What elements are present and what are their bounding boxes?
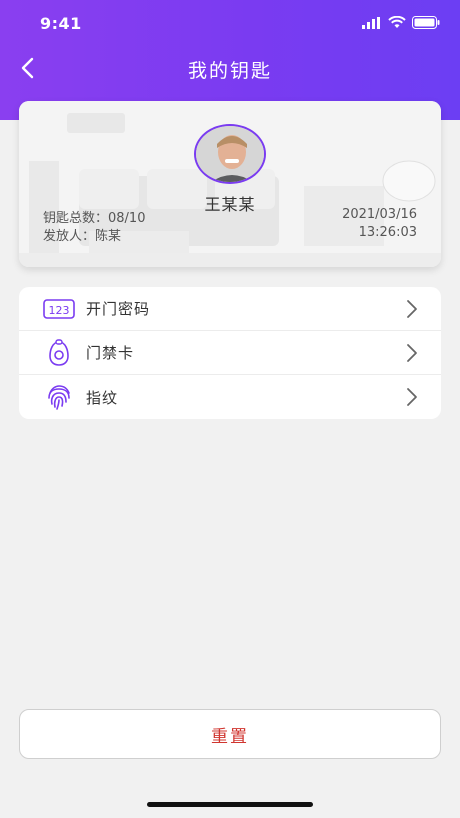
menu-item-access-card[interactable]: 门禁卡 (19, 331, 441, 375)
key-card: 王某某 钥匙总数：08/10 发放人：陈某 2021/03/16 13:26:0… (19, 101, 441, 267)
wifi-icon (388, 16, 406, 28)
menu-item-label: 门禁卡 (86, 344, 135, 362)
access-card-icon (43, 338, 75, 368)
menu-item-label: 开门密码 (86, 300, 151, 318)
home-indicator (147, 802, 313, 807)
svg-text:123: 123 (49, 304, 70, 317)
chevron-right-icon (407, 300, 417, 318)
fingerprint-icon (43, 382, 75, 412)
passcode-123-icon: 123 (43, 294, 75, 324)
chevron-right-icon (407, 344, 417, 362)
status-time: 9:41 (40, 14, 82, 33)
menu-item-passcode[interactable]: 123 开门密码 (19, 287, 441, 331)
signal-icon (362, 16, 380, 29)
status-bar: 9:41 (0, 0, 460, 46)
avatar (194, 124, 266, 184)
issue-date: 2021/03/16 (342, 207, 417, 222)
menu-item-label: 指纹 (86, 388, 119, 407)
key-count-text: 钥匙总数：08/10 (43, 211, 146, 226)
status-icons (362, 16, 440, 29)
chevron-right-icon (407, 388, 417, 406)
issuer-text: 发放人：陈某 (43, 229, 122, 244)
key-type-menu: 123 开门密码 门禁卡 指纹 (19, 287, 441, 419)
nav-bar: 我的钥匙 (0, 46, 460, 90)
menu-item-fingerprint[interactable]: 指纹 (19, 375, 441, 419)
issue-time: 13:26:03 (358, 225, 417, 240)
battery-icon (412, 16, 440, 29)
page-title: 我的钥匙 (187, 60, 272, 82)
reset-button[interactable]: 重置 (19, 709, 441, 759)
